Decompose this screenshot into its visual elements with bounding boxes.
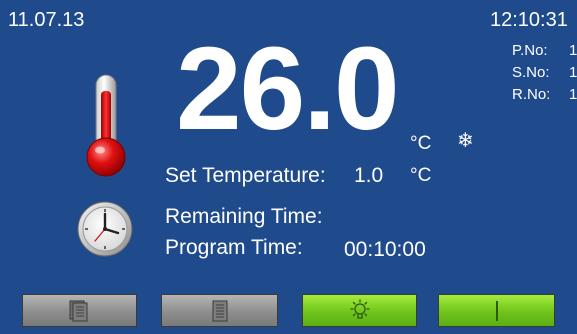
clock-icon (77, 201, 133, 257)
current-temperature: 26.0 (176, 23, 400, 155)
control-panel-screen: 11.07.13 12:10:31 P.No: 1 S.No: 1 R.No: … (0, 0, 577, 334)
program-number-value: 1 (569, 42, 577, 59)
remaining-time-label: Remaining Time: (165, 205, 323, 228)
program-number-label: P.No: (512, 42, 548, 59)
snowflake-icon: ❄ (457, 130, 474, 152)
set-temperature-label: Set Temperature: (165, 164, 326, 187)
document-icon (212, 300, 227, 321)
current-temperature-unit: °C (410, 133, 432, 154)
segment-number-value: 1 (569, 64, 577, 81)
program-time-label: Program Time: (165, 236, 303, 259)
program-time-value: 00:10:00 (344, 238, 426, 261)
repeat-number-label: R.No: (512, 86, 551, 103)
set-temperature-value: 1.0 (354, 164, 384, 187)
thermometer-icon (86, 74, 126, 177)
light-toggle-button[interactable] (302, 294, 417, 327)
date-display: 11.07.13 (8, 9, 85, 31)
program-list-button[interactable] (22, 294, 137, 327)
power-icon (495, 300, 498, 321)
segment-number-label: S.No: (512, 64, 550, 81)
light-bulb-icon (349, 298, 370, 319)
set-temperature-unit: °C (410, 165, 432, 186)
start-button[interactable] (438, 294, 555, 327)
time-display: 12:10:31 (490, 9, 568, 31)
repeat-number-value: 1 (569, 86, 577, 103)
program-button[interactable] (161, 294, 278, 327)
multi-document-icon (69, 300, 87, 321)
